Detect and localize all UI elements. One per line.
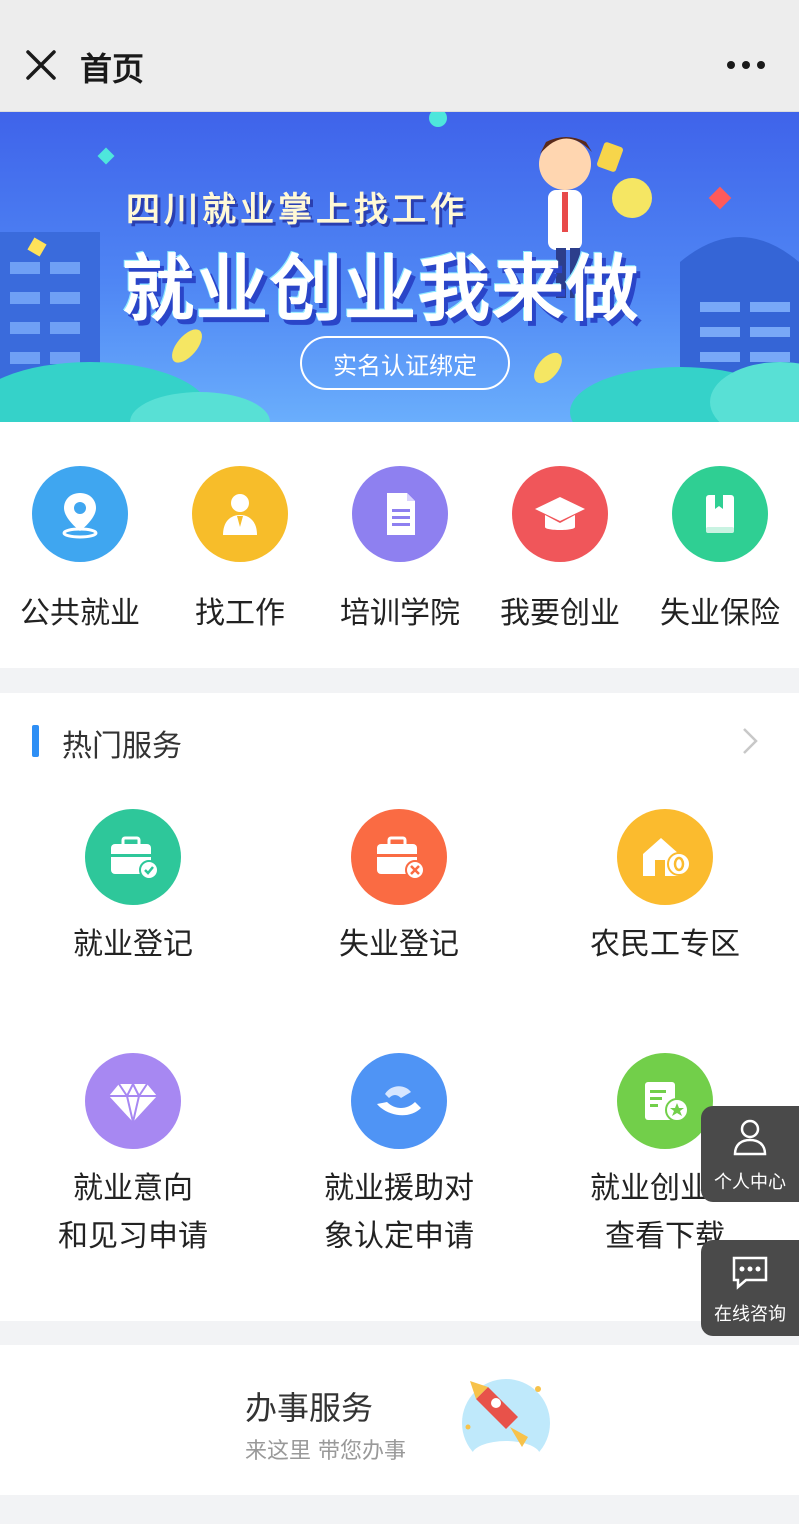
service-label-line: 和见习申请 (58, 1219, 208, 1254)
quick-nav: 公共就业 找工作 培训学院 我要创业 失业保险 (0, 422, 799, 668)
service-employment-intention[interactable]: 就业意向 和见习申请 (0, 1053, 266, 1261)
quick-nav-training-academy[interactable]: 培训学院 (320, 466, 480, 636)
quick-nav-label: 培训学院 (340, 596, 460, 631)
document-icon (352, 466, 448, 562)
certificate-star-icon (617, 1053, 713, 1149)
briefcase-check-icon (85, 809, 181, 905)
service-label-line: 就业意向 (73, 1171, 193, 1206)
close-icon[interactable] (22, 46, 60, 84)
service-label-line: 象认定申请 (324, 1219, 474, 1254)
helping-hand-icon (351, 1053, 447, 1149)
briefcase-cross-icon (351, 809, 447, 905)
quick-nav-start-business[interactable]: 我要创业 (480, 466, 640, 636)
online-consult-label: 在线咨询 (714, 1304, 786, 1325)
quick-nav-label: 失业保险 (660, 596, 780, 631)
more-dots-icon[interactable] (723, 50, 769, 80)
graduation-cap-icon (512, 466, 608, 562)
quick-nav-unemployment-insurance[interactable]: 失业保险 (640, 466, 799, 636)
person-suit-icon (192, 466, 288, 562)
quick-nav-label: 找工作 (195, 596, 285, 631)
online-consult-button[interactable]: 在线咨询 (701, 1240, 799, 1336)
house-coin-icon (617, 809, 713, 905)
office-service-title: 办事服务 (245, 1389, 374, 1427)
verify-identity-button[interactable]: 实名认证绑定 (300, 336, 510, 390)
banner-subtitle: 四川就业掌上找工作 (126, 190, 468, 230)
hot-services-title: 热门服务 (62, 729, 182, 764)
service-employment-registration[interactable]: 就业登记 (0, 809, 266, 969)
user-icon (733, 1119, 767, 1156)
page-title: 首页 (80, 50, 145, 88)
service-label: 就业意向 和见习申请 (0, 1165, 266, 1261)
banner-title: 就业创业我来做 (122, 247, 641, 331)
chat-bubble-icon (732, 1256, 768, 1290)
service-unemployment-registration[interactable]: 失业登记 (266, 809, 532, 969)
quick-nav-label: 我要创业 (500, 596, 620, 631)
rocket-icon (462, 1379, 550, 1469)
diamond-icon (85, 1053, 181, 1149)
personal-center-label: 个人中心 (714, 1172, 786, 1193)
banner: 四川就业掌上找工作 就业创业我来做 实名认证绑定 (0, 112, 799, 422)
hot-services-panel: 热门服务 就业登记 失业登记 农民工专区 就业意向 和见习申请 就业援助对 象认… (0, 693, 799, 1321)
location-pin-icon (32, 466, 128, 562)
book-icon (672, 466, 768, 562)
service-label: 失业登记 (339, 927, 459, 962)
service-migrant-worker-zone[interactable]: 农民工专区 (532, 809, 798, 969)
office-service-card[interactable]: 办事服务 来这里 带您办事 (0, 1345, 799, 1495)
top-bar: 首页 (0, 0, 799, 112)
service-assistance-recognition[interactable]: 就业援助对 象认定申请 (266, 1053, 532, 1261)
section-accent-bar (32, 725, 39, 757)
quick-nav-public-employment[interactable]: 公共就业 (0, 466, 160, 636)
office-service-subtitle: 来这里 带您办事 (245, 1439, 406, 1464)
service-label: 农民工专区 (590, 927, 740, 962)
service-label: 就业援助对 象认定申请 (266, 1165, 532, 1261)
quick-nav-find-job[interactable]: 找工作 (160, 466, 320, 636)
personal-center-button[interactable]: 个人中心 (701, 1106, 799, 1202)
service-label-line: 就业援助对 (324, 1171, 474, 1206)
quick-nav-label: 公共就业 (20, 596, 140, 631)
chevron-right-icon[interactable] (739, 725, 761, 757)
service-label: 就业登记 (73, 927, 193, 962)
